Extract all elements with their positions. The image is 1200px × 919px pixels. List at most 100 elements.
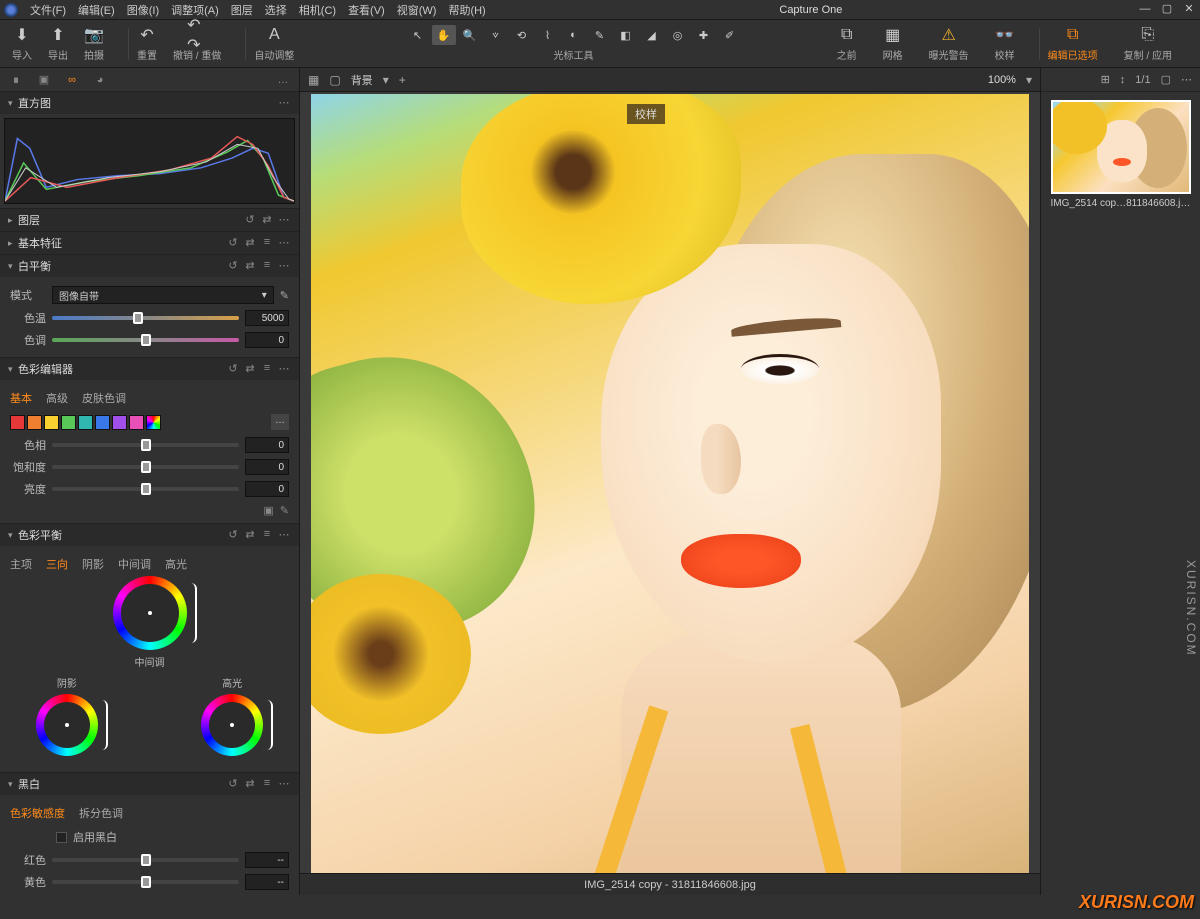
copy-icon[interactable]: ⇄ — [243, 362, 257, 376]
eyedropper-icon[interactable]: ✎ — [280, 289, 289, 302]
export-button[interactable]: ⬆导出 — [48, 25, 68, 62]
radial-tool[interactable]: ◎ — [666, 25, 690, 45]
basic-header[interactable]: ▸基本特征↺⇄≡⋯ — [0, 232, 299, 254]
cb-wheel-midtone-top[interactable] — [113, 576, 187, 650]
wb-header[interactable]: ▾白平衡↺⇄≡⋯ — [0, 255, 299, 277]
reset-icon[interactable]: ↺ — [226, 362, 240, 376]
swatch-rainbow[interactable] — [146, 415, 161, 430]
tab-color[interactable]: ◕ — [92, 72, 108, 88]
sat-slider[interactable] — [52, 465, 239, 469]
copy-icon[interactable]: ⇄ — [260, 213, 274, 227]
menu-select[interactable]: 选择 — [259, 2, 293, 18]
reset-icon[interactable]: ↺ — [243, 213, 257, 227]
menu-icon[interactable]: ⋯ — [1181, 73, 1192, 86]
cb-tab-shadow[interactable]: 阴影 — [82, 556, 104, 572]
minimize-button[interactable]: — — [1138, 3, 1152, 17]
pointer-tool[interactable]: ↖ — [406, 25, 430, 45]
preset-icon[interactable]: ≡ — [260, 236, 274, 250]
tab-exposure[interactable]: ∞ — [64, 72, 80, 88]
preset-icon[interactable]: ≡ — [260, 777, 274, 791]
menu-edit[interactable]: 编辑(E) — [72, 2, 121, 18]
bw-red-slider[interactable] — [52, 858, 239, 862]
swatch-more[interactable]: … — [271, 414, 289, 430]
before-button[interactable]: ⧉之前 — [837, 25, 857, 62]
tab-library[interactable]: ∎ — [8, 72, 24, 88]
menu-image[interactable]: 图像(I) — [121, 2, 165, 18]
swatch-yellow[interactable] — [44, 415, 59, 430]
menu-camera[interactable]: 相机(C) — [293, 2, 342, 18]
tint-slider[interactable] — [52, 338, 239, 342]
view-single-icon[interactable]: ▢ — [329, 73, 340, 87]
ce-tab-basic[interactable]: 基本 — [10, 390, 32, 406]
swatch-orange[interactable] — [27, 415, 42, 430]
bw-yellow-slider[interactable] — [52, 880, 239, 884]
copy-icon[interactable]: ⇄ — [243, 777, 257, 791]
menu-icon[interactable]: ⋯ — [277, 96, 291, 110]
auto-adjust-button[interactable]: A自动调整 — [254, 25, 294, 62]
close-button[interactable]: ✕ — [1182, 3, 1196, 17]
bw-yellow-value[interactable]: -- — [245, 874, 289, 890]
cb-wheel-highlight[interactable] — [201, 694, 263, 756]
preset-icon[interactable]: ≡ — [260, 528, 274, 542]
thumbnail[interactable] — [1051, 100, 1191, 194]
kelvin-slider[interactable] — [52, 316, 239, 320]
swatch-blue[interactable] — [95, 415, 110, 430]
copy-icon[interactable]: ⇄ — [243, 528, 257, 542]
reset-icon[interactable]: ↺ — [226, 259, 240, 273]
exposure-warning-button[interactable]: ⚠曝光警告 — [929, 25, 969, 62]
menu-file[interactable]: 文件(F) — [24, 2, 72, 18]
select-icon[interactable]: ▢ — [1161, 73, 1171, 86]
reset-icon[interactable]: ↺ — [226, 777, 240, 791]
tab-more[interactable]: … — [275, 72, 291, 88]
sort-icon[interactable]: ↕ — [1120, 74, 1126, 86]
bg-select[interactable]: 背景 — [351, 72, 373, 88]
reset-icon[interactable]: ↺ — [226, 528, 240, 542]
menu-icon[interactable]: ⋯ — [277, 777, 291, 791]
menu-icon[interactable]: ⋯ — [277, 528, 291, 542]
grid-button[interactable]: ▦网格 — [883, 25, 903, 62]
maximize-button[interactable]: ▢ — [1160, 3, 1174, 17]
proof-button[interactable]: 👓校样 — [995, 25, 1015, 62]
preset-icon[interactable]: ≡ — [260, 362, 274, 376]
histogram-header[interactable]: ▾直方图⋯ — [0, 92, 299, 114]
eraser-tool[interactable]: ◧ — [614, 25, 638, 45]
light-slider[interactable] — [52, 487, 239, 491]
light-value[interactable]: 0 — [245, 481, 289, 497]
swatch-magenta[interactable] — [129, 415, 144, 430]
bw-red-value[interactable]: -- — [245, 852, 289, 868]
zoom-level[interactable]: 100% — [988, 74, 1016, 86]
copy-icon[interactable]: ⇄ — [243, 236, 257, 250]
menu-icon[interactable]: ⋯ — [277, 236, 291, 250]
tab-capture[interactable]: ▣ — [36, 72, 52, 88]
keystone-tool[interactable]: ⌇ — [536, 25, 560, 45]
brush-tool[interactable]: ✎ — [588, 25, 612, 45]
edit-selected-button[interactable]: ⧉编辑已选项 — [1048, 25, 1098, 62]
hand-tool[interactable]: ✋ — [432, 25, 456, 45]
menu-window[interactable]: 视窗(W) — [391, 2, 443, 18]
cb-header[interactable]: ▾色彩平衡↺⇄≡⋯ — [0, 524, 299, 546]
loupe-tool[interactable]: 🔍 — [458, 25, 482, 45]
preset-icon[interactable]: ≡ — [260, 259, 274, 273]
ce-header[interactable]: ▾色彩编辑器↺⇄≡⋯ — [0, 358, 299, 380]
capture-button[interactable]: 📷拍摄 — [84, 25, 104, 62]
cb-tab-master[interactable]: 主项 — [10, 556, 32, 572]
swatch-green[interactable] — [61, 415, 76, 430]
picker-icon[interactable]: ✎ — [280, 504, 289, 517]
rating-icon[interactable]: ⊞ — [1101, 73, 1110, 86]
reset-icon[interactable]: ↺ — [226, 236, 240, 250]
menu-help[interactable]: 帮助(H) — [442, 2, 491, 18]
bw-header[interactable]: ▾黑白↺⇄≡⋯ — [0, 773, 299, 795]
crop-tool[interactable]: ⟇ — [484, 25, 508, 45]
cb-tab-3way[interactable]: 三向 — [46, 556, 68, 572]
annotation-tool[interactable]: ✐ — [718, 25, 742, 45]
spot-tool[interactable]: ◐ — [562, 25, 586, 45]
bw-tab-sensitivity[interactable]: 色彩敏感度 — [10, 805, 65, 821]
ce-tab-advanced[interactable]: 高级 — [46, 390, 68, 406]
import-button[interactable]: ⬇导入 — [12, 25, 32, 62]
cb-tab-mid[interactable]: 中间调 — [118, 556, 151, 572]
gradient-tool[interactable]: ◢ — [640, 25, 664, 45]
swatch-cyan[interactable] — [78, 415, 93, 430]
chevron-down-icon[interactable]: ▾ — [1026, 73, 1032, 87]
hue-slider[interactable] — [52, 443, 239, 447]
swatch-red[interactable] — [10, 415, 25, 430]
